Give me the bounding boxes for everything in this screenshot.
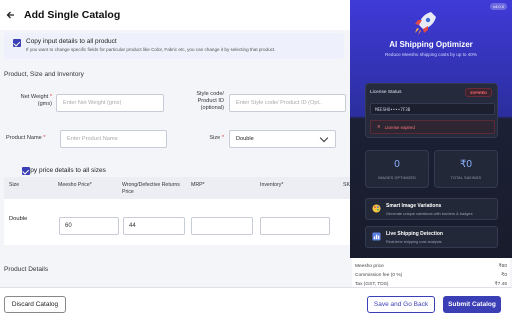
net-weight-label: Net Weight * (gms) xyxy=(20,94,52,107)
product-name-input[interactable]: Enter Product Name xyxy=(60,130,167,148)
row-size: Double xyxy=(9,216,28,222)
col-meesho-price: Meesho Price* xyxy=(58,182,92,188)
feature-smart-image-variations[interactable]: Smart Image Variations Generate unique v… xyxy=(365,198,498,220)
palette-icon xyxy=(372,204,381,213)
license-label: License Status xyxy=(370,90,402,95)
table-row: Double 60 44 xyxy=(4,199,350,245)
chart-icon xyxy=(372,232,381,241)
discard-catalog-button[interactable]: Discard Catalog xyxy=(4,296,66,313)
product-details-heading: Product Details xyxy=(4,266,49,273)
save-and-go-back-button[interactable]: Save and Go Back xyxy=(367,296,435,313)
inventory-input[interactable] xyxy=(260,217,330,235)
col-returns-price: Wrong/Defective Returns Price xyxy=(122,182,180,195)
settlement-row: Commission fee (0 %) ₹0 xyxy=(355,273,507,278)
copy-details-subtitle: If you want to change specific fields fo… xyxy=(26,47,276,52)
license-card: License Status EXPIRED MEESHO••••7F3B ✕ … xyxy=(365,83,498,138)
chevron-down-icon xyxy=(319,133,329,142)
stat-images-optimized: 0 IMAGES OPTIMIZED xyxy=(365,150,429,188)
feature-desc: Generate unique variations with borders … xyxy=(386,211,473,216)
feature-title: Smart Image Variations xyxy=(386,203,442,209)
stat-total-savings: ₹0 TOTAL SAVINGS xyxy=(434,150,498,188)
meesho-price-input[interactable]: 60 xyxy=(59,217,119,235)
license-key-field[interactable]: MEESHO••••7F3B xyxy=(370,103,495,115)
close-icon: ✕ xyxy=(377,124,381,129)
col-inventory: Inventory* xyxy=(260,182,284,188)
expired-badge: EXPIRED xyxy=(465,88,492,97)
copy-details-banner: Copy input details to all product If you… xyxy=(4,33,344,59)
size-label: Size * xyxy=(209,135,224,141)
col-size: Size xyxy=(9,182,20,188)
returns-price-input[interactable]: 44 xyxy=(123,217,185,235)
stat-label: IMAGES OPTIMIZED xyxy=(378,176,416,180)
section-heading-psi: Product, Size and Inventory xyxy=(4,71,84,78)
copy-price-checkbox[interactable] xyxy=(22,167,30,175)
feature-desc: Real-time shipping cost analysis xyxy=(386,239,442,244)
copy-price-row: Copy price details to all sizes xyxy=(6,167,106,175)
product-name-label: Product Name * xyxy=(6,135,46,141)
price-table-header: Size Meesho Price* Wrong/Defective Retur… xyxy=(4,177,350,199)
back-arrow-icon[interactable] xyxy=(4,8,18,22)
col-sku: SK xyxy=(343,182,350,188)
mrp-input[interactable] xyxy=(191,217,253,235)
optimizer-subtitle: Reduce Meesho shipping costs by up to 40… xyxy=(385,52,477,57)
copy-details-checkbox[interactable] xyxy=(13,39,21,47)
license-error: ✕ License expired xyxy=(370,120,495,134)
size-select-value: Double xyxy=(236,136,254,142)
settlement-row: Meesho price ₹60 xyxy=(355,264,507,269)
stat-value: 0 xyxy=(394,159,400,170)
net-weight-input[interactable]: Enter Net Weight (gms) xyxy=(56,94,164,112)
copy-price-label: Copy price details to all sizes xyxy=(22,167,106,174)
stat-value: ₹0 xyxy=(460,159,472,170)
feature-live-shipping-detection[interactable]: Live Shipping Detection Real-time shippi… xyxy=(365,226,498,248)
size-select[interactable]: Double xyxy=(229,130,336,148)
rocket-icon xyxy=(415,12,436,35)
style-code-label: Style code/Product ID (optional) xyxy=(196,91,224,111)
copy-details-title: Copy input details to all product xyxy=(26,38,117,45)
feature-title: Live Shipping Detection xyxy=(386,231,443,237)
footer-bar: Discard Catalog Save and Go Back Submit … xyxy=(0,287,512,320)
optimizer-title: AI Shipping Optimizer xyxy=(389,40,473,49)
stat-label: TOTAL SAVINGS xyxy=(450,176,482,180)
col-mrp: MRP* xyxy=(191,182,205,188)
submit-catalog-button[interactable]: Submit Catalog xyxy=(443,296,501,313)
ai-shipping-optimizer-panel: v4.0.0 AI Shipping Optimizer Reduce Mees… xyxy=(350,0,512,258)
version-badge: v4.0.0 xyxy=(490,3,507,10)
style-code-input[interactable]: Enter Style code/ Product ID (Opt.. xyxy=(229,94,346,112)
page-title: Add Single Catalog xyxy=(24,9,121,21)
